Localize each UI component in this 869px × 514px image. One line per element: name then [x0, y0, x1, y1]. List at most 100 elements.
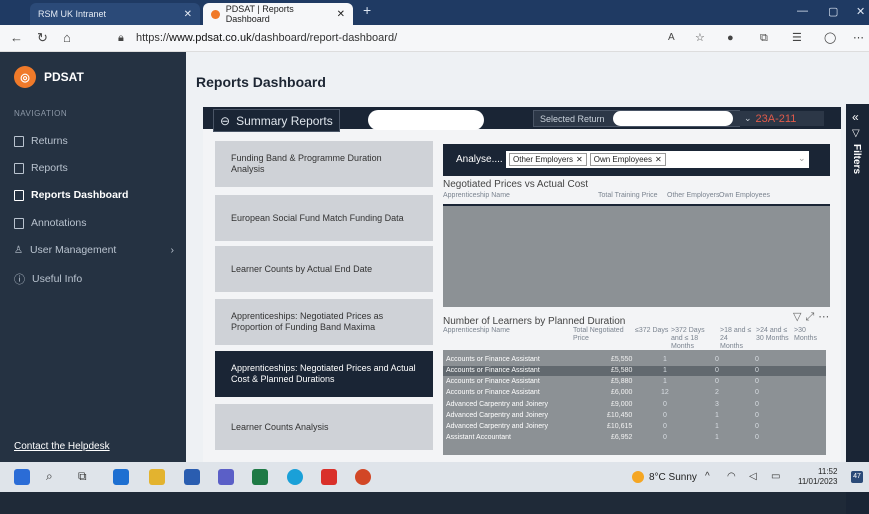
word-icon[interactable]: [184, 469, 200, 485]
col-header-price[interactable]: Total Negotiated Price: [573, 327, 628, 343]
excel-icon[interactable]: [252, 469, 268, 485]
outlook-icon[interactable]: [113, 469, 129, 485]
cell-name: Advanced Carpentry and Joinery: [446, 412, 548, 419]
volume-icon[interactable]: ◁: [749, 471, 757, 482]
col-header-24m[interactable]: >18 and ≤ 24 Months: [720, 327, 752, 351]
sidebar-item-annotations[interactable]: Annotations: [14, 217, 174, 229]
report-card-learner-counts-analysis[interactable]: Learner Counts Analysis: [215, 404, 433, 450]
collections-icon[interactable]: ☰: [792, 31, 802, 45]
restore-icon[interactable]: ▢: [828, 5, 838, 18]
minimize-icon[interactable]: —: [797, 5, 808, 17]
close-icon[interactable]: ✕: [576, 155, 583, 164]
cell-372: 1: [663, 356, 667, 363]
chip-other-employers[interactable]: Other Employers ✕: [509, 153, 587, 166]
learners-table: Accounts or Finance Assistant £5,550 1 0…: [443, 350, 826, 455]
close-icon[interactable]: ✕: [655, 155, 662, 164]
extensions-icon[interactable]: ⧉: [760, 31, 768, 45]
back-icon[interactable]: ←: [10, 31, 23, 45]
clock-date: 11/01/2023: [798, 477, 838, 486]
cell-18m: 0: [715, 356, 719, 363]
col-header-over30m[interactable]: >30 Months: [794, 327, 824, 343]
table-row[interactable]: Accounts or Finance Assistant £5,550 1 0…: [443, 355, 826, 365]
more-options-icon[interactable]: ⋯: [818, 311, 833, 323]
sidebar-item-label: User Management: [29, 244, 117, 256]
extension-icon[interactable]: ●: [727, 31, 734, 45]
table-row[interactable]: Accounts or Finance Assistant £5,880 1 0…: [443, 377, 826, 387]
close-icon[interactable]: ✕: [337, 9, 345, 20]
sidebar-item-returns[interactable]: Returns: [14, 135, 174, 147]
selected-return-value[interactable]: ⌄ 23A-211: [738, 111, 824, 126]
report-card-learner-counts-end-date[interactable]: Learner Counts by Actual End Date: [215, 246, 433, 292]
windows-start-icon[interactable]: [14, 469, 30, 485]
cell-18m: 3: [715, 401, 719, 408]
sidebar-item-reports-dashboard[interactable]: Reports Dashboard: [14, 189, 174, 201]
neg-prices-col-total: Total Training Price: [598, 192, 658, 199]
cell-18m: 0: [715, 378, 719, 385]
cell-price: £10,615: [607, 423, 633, 430]
table-row[interactable]: Assistant Accountant £6,952 0 1 0: [443, 433, 826, 443]
collapse-chevrons-icon[interactable]: «: [852, 110, 859, 124]
report-card-esf-match[interactable]: European Social Fund Match Funding Data: [215, 195, 433, 241]
clock-time: 11:52: [818, 467, 838, 476]
tray-chevron-up-icon[interactable]: ^: [705, 471, 710, 482]
col-header-name[interactable]: Apprenticeship Name: [443, 327, 510, 335]
sidebar-item-useful-info[interactable]: ⓘ Useful Info: [14, 271, 174, 287]
col-header-30m[interactable]: >24 and ≤ 30 Months: [756, 327, 789, 343]
network-icon[interactable]: ◠: [727, 471, 736, 482]
analyse-slicer: Analyse.... Other Employers ✕ Own Employe…: [443, 144, 830, 176]
report-card-negotiated-prices-proportion[interactable]: Apprenticeships: Negotiated Prices as Pr…: [215, 299, 433, 345]
cell-name: Accounts or Finance Assistant: [446, 389, 540, 396]
annotation-icon: [14, 217, 24, 229]
new-tab-icon[interactable]: +: [363, 2, 371, 18]
tab-reports-dashboard[interactable]: PDSAT | Reports Dashboard ✕: [203, 3, 353, 25]
chip-own-employees[interactable]: Own Employees ✕: [589, 153, 666, 166]
window-close-icon[interactable]: ✕: [856, 5, 865, 18]
powerpoint-icon[interactable]: [355, 469, 371, 485]
tab-rsm-intranet[interactable]: RSM UK Intranet ✕: [30, 3, 200, 25]
search-icon[interactable]: ⌕: [46, 469, 62, 485]
report-card-label: Learner Counts Analysis: [231, 421, 329, 432]
col-header-372[interactable]: ≤372 Days: [635, 327, 668, 335]
file-explorer-icon[interactable]: [149, 469, 165, 485]
close-icon[interactable]: ✕: [184, 9, 192, 20]
clock[interactable]: 11:52 11/01/2023: [798, 467, 837, 487]
redacted-area: [613, 111, 733, 126]
more-options-icon[interactable]: ⋯: [853, 31, 864, 45]
report-card-funding-band[interactable]: Funding Band & Programme Duration Analys…: [215, 141, 433, 187]
table-row[interactable]: Advanced Carpentry and Joinery £9,000 0 …: [443, 400, 826, 410]
url-field[interactable]: https://www.pdsat.co.uk/dashboard/report…: [136, 32, 397, 44]
report-card-negotiated-prices-actual-cost[interactable]: Apprenticeships: Negotiated Prices and A…: [215, 351, 433, 397]
battery-icon[interactable]: ▭: [771, 471, 780, 482]
notification-badge[interactable]: 47: [851, 471, 863, 483]
teams-icon[interactable]: [218, 469, 234, 485]
filters-pane[interactable]: « ▽ Filters: [846, 104, 869, 514]
sidebar-item-reports[interactable]: Reports: [14, 162, 174, 174]
acrobat-icon[interactable]: [321, 469, 337, 485]
col-header-18m[interactable]: >372 Days and ≤ 18 Months: [671, 327, 715, 351]
helpdesk-link[interactable]: Contact the Helpdesk: [14, 441, 110, 452]
home-icon[interactable]: ⌂: [63, 31, 71, 45]
profile-icon[interactable]: ◯: [824, 31, 836, 45]
table-row[interactable]: Advanced Carpentry and Joinery £10,450 0…: [443, 411, 826, 421]
analyse-select[interactable]: Other Employers ✕ Own Employees ✕: [506, 151, 809, 168]
read-aloud-icon[interactable]: A: [668, 31, 675, 45]
sidebar-item-user-management[interactable]: ♙ User Management ›: [14, 244, 174, 256]
report-file-icon: [14, 162, 24, 174]
chevron-down-icon[interactable]: ⌄: [798, 153, 806, 164]
brand[interactable]: ◎ PDSAT: [14, 66, 84, 88]
weather-text: 8°C Sunny: [649, 471, 697, 483]
edge-icon[interactable]: [287, 469, 303, 485]
focus-mode-icon[interactable]: ⤢: [805, 311, 818, 323]
cell-24m: 0: [755, 378, 759, 385]
address-bar-row: ← ↻ ⌂ 🔒︎ https://www.pdsat.co.uk/dashboa…: [0, 25, 869, 52]
weather-widget[interactable]: 8°C Sunny: [632, 471, 697, 483]
taskbar: ⌕ ⧉ 8°C Sunny ^ ◠ ◁ ▭ 11:52 11/01/2023 4…: [0, 462, 869, 492]
filter-icon[interactable]: ▽: [793, 311, 805, 323]
table-row[interactable]: Accounts or Finance Assistant £6,000 12 …: [443, 388, 826, 398]
refresh-icon[interactable]: ↻: [37, 31, 48, 45]
table-row[interactable]: Advanced Carpentry and Joinery £10,615 0…: [443, 422, 826, 432]
favorite-add-icon[interactable]: ☆: [695, 31, 705, 45]
task-view-icon[interactable]: ⧉: [78, 469, 94, 485]
summary-reports-button[interactable]: ⊖ Summary Reports: [213, 109, 340, 132]
table-row[interactable]: Accounts or Finance Assistant £5,580 1 0…: [443, 366, 826, 376]
